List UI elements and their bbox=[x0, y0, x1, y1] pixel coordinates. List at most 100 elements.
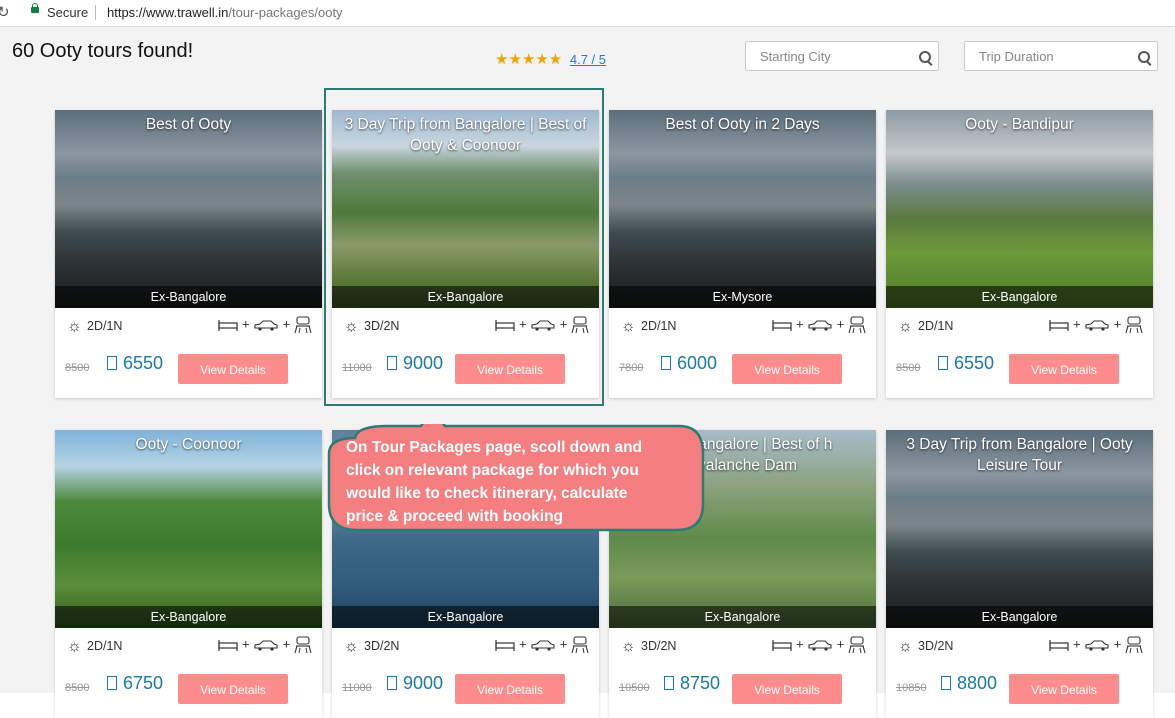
original-price: 8500 bbox=[896, 362, 921, 374]
tour-duration: 3D/2N bbox=[641, 639, 677, 653]
tour-image[interactable]: Best of Ooty Ex-Bangalore bbox=[55, 110, 322, 308]
rupee-icon bbox=[938, 356, 948, 370]
tour-origin: Ex-Bangalore bbox=[55, 606, 322, 628]
lock-icon bbox=[31, 3, 39, 13]
tour-image[interactable]: Ooty - Coonoor Ex-Bangalore bbox=[55, 430, 322, 628]
sightseeing-icon bbox=[1125, 636, 1143, 654]
price-value: 8800 bbox=[957, 673, 998, 693]
search-icon[interactable] bbox=[1138, 51, 1150, 63]
discounted-price: 9000 bbox=[387, 673, 443, 694]
tour-card[interactable]: Best of Ooty Ex-Bangalore ☼ 2D/1N + + 8500 6… bbox=[55, 110, 322, 398]
trip-duration-input[interactable] bbox=[977, 48, 1131, 65]
price-value: 6550 bbox=[123, 353, 164, 373]
discounted-price: 8750 bbox=[664, 673, 720, 694]
bed-icon bbox=[772, 636, 792, 651]
inclusions: + + bbox=[772, 636, 866, 654]
price-value: 6750 bbox=[123, 673, 164, 693]
view-details-button[interactable]: View Details bbox=[1009, 674, 1119, 704]
view-details-button[interactable]: View Details bbox=[178, 674, 288, 704]
rupee-icon bbox=[387, 676, 397, 690]
car-icon bbox=[807, 316, 833, 331]
tour-meta: ☼ 3D/2N + + bbox=[332, 628, 599, 662]
tour-origin: Ex-Mysore bbox=[609, 286, 876, 308]
secure-label: Secure bbox=[47, 5, 89, 20]
car-icon bbox=[1084, 636, 1110, 651]
car-icon bbox=[253, 316, 279, 331]
tour-pricing: 8500 6550 View Details bbox=[886, 342, 1153, 398]
page-content: 60 Ooty tours found! ★★★★★ 4.7 / 5 Best … bbox=[0, 27, 1175, 718]
tour-meta: ☼ 3D/2N + + bbox=[609, 628, 876, 662]
view-details-button[interactable]: View Details bbox=[732, 674, 842, 704]
sightseeing-icon bbox=[848, 636, 866, 654]
tour-pricing: 7800 6000 View Details bbox=[609, 342, 876, 398]
rating-link[interactable]: 4.7 / 5 bbox=[570, 52, 606, 67]
tour-pricing: 10500 8750 View Details bbox=[609, 662, 876, 718]
original-price: 10500 bbox=[619, 682, 650, 694]
search-icon[interactable] bbox=[919, 51, 931, 63]
tour-card[interactable]: Best of Ooty in 2 Days Ex-Mysore ☼ 2D/1N + … bbox=[609, 110, 876, 398]
tour-pricing: 8500 6750 View Details bbox=[55, 662, 322, 718]
tour-image[interactable]: Ooty - Bandipur Ex-Bangalore bbox=[886, 110, 1153, 308]
sun-icon: ☼ bbox=[621, 638, 636, 655]
sightseeing-icon bbox=[294, 636, 312, 654]
callout-line-4: price & proceed with booking bbox=[346, 508, 563, 525]
tour-card[interactable]: 3 Day Trip from Bangalore | Ooty Leisure… bbox=[886, 430, 1153, 718]
view-details-button[interactable]: View Details bbox=[1009, 354, 1119, 384]
discounted-price: 6750 bbox=[107, 673, 163, 694]
tour-meta: ☼ 2D/1N + + bbox=[55, 308, 322, 342]
tour-origin: Ex-Bangalore bbox=[886, 606, 1153, 628]
reload-icon[interactable]: ↻ bbox=[0, 3, 10, 21]
car-icon bbox=[253, 636, 279, 651]
discounted-price: 6000 bbox=[661, 353, 717, 374]
view-details-button[interactable]: View Details bbox=[732, 354, 842, 384]
bed-icon bbox=[218, 636, 238, 651]
tour-meta: ☼ 2D/1N + + bbox=[886, 308, 1153, 342]
tour-duration: 2D/1N bbox=[641, 319, 677, 333]
tour-pricing: 11000 9000 View Details bbox=[332, 662, 599, 718]
tour-title: Best of Ooty bbox=[145, 116, 232, 133]
tour-image[interactable]: Best of Ooty in 2 Days Ex-Mysore bbox=[609, 110, 876, 308]
bed-icon bbox=[1049, 316, 1069, 331]
rupee-icon bbox=[107, 676, 117, 690]
trip-duration-filter[interactable] bbox=[964, 41, 1158, 71]
tour-pricing: 10850 8800 View Details bbox=[886, 662, 1153, 718]
sun-icon: ☼ bbox=[621, 318, 636, 335]
sightseeing-icon bbox=[571, 636, 589, 654]
car-icon bbox=[530, 636, 556, 651]
inclusions: + + bbox=[218, 316, 312, 334]
tour-card[interactable]: Ooty - Coonoor Ex-Bangalore ☼ 2D/1N + + 850… bbox=[55, 430, 322, 718]
starting-city-filter[interactable] bbox=[745, 41, 939, 71]
inclusions: + + bbox=[772, 316, 866, 334]
tour-image[interactable]: 3 Day Trip from Bangalore | Ooty Leisure… bbox=[886, 430, 1153, 628]
inclusions: + + bbox=[218, 636, 312, 654]
bed-icon bbox=[772, 316, 792, 331]
starting-city-input[interactable] bbox=[758, 48, 912, 65]
car-icon bbox=[807, 636, 833, 651]
tour-origin: Ex-Bangalore bbox=[332, 606, 599, 628]
view-details-button[interactable]: View Details bbox=[455, 674, 565, 704]
sun-icon: ☼ bbox=[67, 638, 82, 655]
tour-pricing: 8500 6550 View Details bbox=[55, 342, 322, 398]
tour-meta: ☼ 2D/1N + + bbox=[55, 628, 322, 662]
original-price: 7800 bbox=[619, 362, 644, 374]
url-host: https://www.trawell.in bbox=[107, 5, 229, 20]
tour-duration: 3D/2N bbox=[918, 639, 954, 653]
sightseeing-icon bbox=[294, 316, 312, 334]
tour-origin: Ex-Bangalore bbox=[609, 606, 876, 628]
tour-title: 3 Day Trip from Bangalore | Ooty Leisure… bbox=[906, 436, 1133, 474]
tour-duration: 3D/2N bbox=[364, 639, 400, 653]
url-field[interactable]: https://www.trawell.in/tour-packages/oot… bbox=[107, 5, 343, 20]
price-value: 9000 bbox=[403, 673, 444, 693]
view-details-button[interactable]: View Details bbox=[178, 354, 288, 384]
tour-card[interactable]: Ooty - Bandipur Ex-Bangalore ☼ 2D/1N + + 85… bbox=[886, 110, 1153, 398]
sun-icon: ☼ bbox=[344, 638, 359, 655]
inclusions: + + bbox=[1049, 316, 1143, 334]
price-value: 6550 bbox=[954, 353, 995, 373]
callout-line-1: On Tour Packages page, scoll down and bbox=[346, 439, 642, 456]
discounted-price: 6550 bbox=[938, 353, 994, 374]
car-icon bbox=[1084, 316, 1110, 331]
url-path: /tour-packages/ooty bbox=[228, 5, 343, 20]
instruction-callout: On Tour Packages page, scoll down and cl… bbox=[327, 424, 705, 532]
address-separator bbox=[95, 5, 96, 20]
results-count-heading: 60 Ooty tours found! bbox=[12, 40, 194, 62]
